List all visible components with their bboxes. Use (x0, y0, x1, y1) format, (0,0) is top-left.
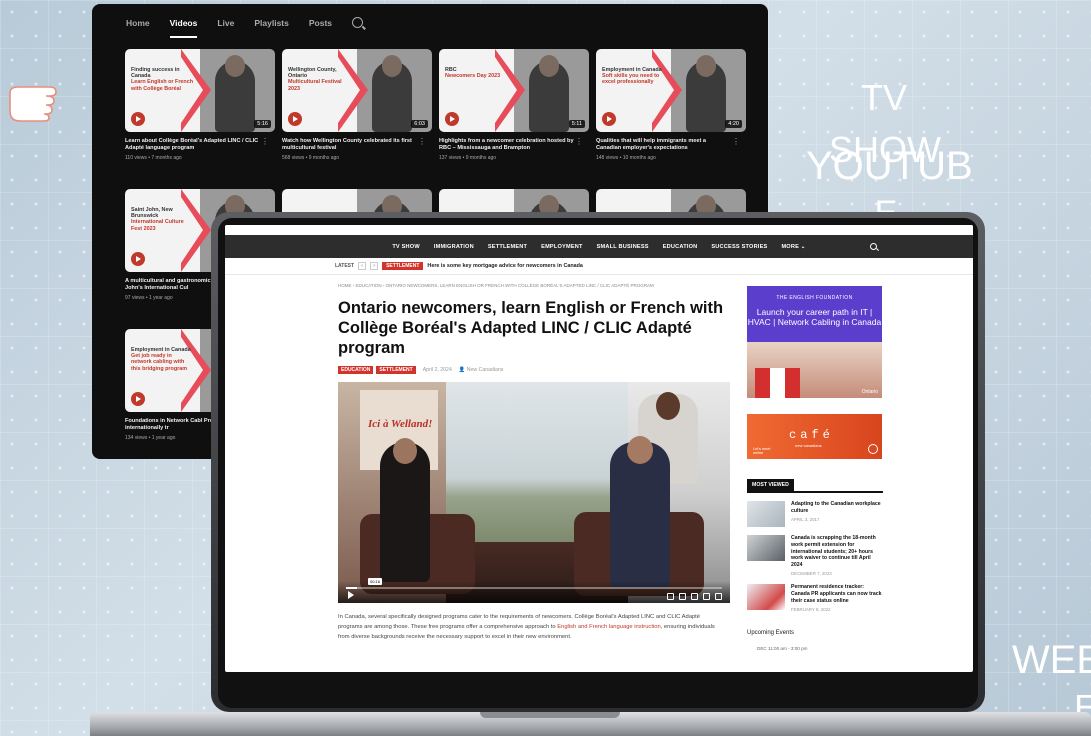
person (610, 436, 670, 589)
nav-immigration[interactable]: IMMIGRATION (434, 244, 474, 250)
play-icon (602, 112, 616, 126)
video-card[interactable]: Finding success in Canada Learn English o… (125, 49, 275, 189)
event-row[interactable]: DEC 11:00 am - 3:00 pm (747, 646, 883, 651)
search-icon[interactable] (870, 243, 877, 250)
laptop-notch (480, 712, 620, 718)
body-link[interactable]: English and French language instruction (557, 624, 660, 630)
floating-label-show: SHOW (829, 129, 941, 170)
play-icon (445, 112, 459, 126)
chevron-left-icon[interactable]: ‹ (358, 262, 367, 270)
play-icon (131, 112, 145, 126)
chevron-right-icon[interactable]: › (370, 262, 379, 270)
ticker-headline[interactable]: Here is some key mortgage advice for new… (427, 263, 583, 269)
video-progress-bar[interactable] (346, 587, 722, 590)
video-title[interactable]: Highlights from a newcomer celebration h… (439, 138, 574, 153)
video-title[interactable]: Qualities that will help immigrants meet… (596, 138, 731, 153)
article-author[interactable]: 👤 New Canadians (459, 367, 504, 373)
ad-banner-cafe[interactable]: Let's meet online café new canadians (747, 414, 882, 459)
video-card[interactable]: Employment in Canada Soft skills you need… (596, 49, 746, 189)
article: HOME › EDUCATION › ONTARIO NEWCOMERS, LE… (338, 283, 731, 643)
list-item[interactable]: Canada is scrapping the 18-month work pe… (747, 535, 883, 576)
fullscreen-icon[interactable] (715, 593, 722, 601)
more-options-icon[interactable]: ⋮ (731, 138, 741, 161)
youtube-tab-bar: Home Videos Live Playlists Posts (92, 4, 768, 38)
category-tag[interactable]: EDUCATION (338, 366, 374, 375)
more-options-icon[interactable]: ⋮ (574, 138, 584, 161)
play-icon (868, 444, 878, 454)
most-viewed-title: MOST VIEWED (747, 479, 794, 491)
video-meta: 110 views • 7 months ago (125, 154, 182, 161)
video-title[interactable]: Watch how Wellington County celebrated i… (282, 138, 417, 153)
video-duration: 4:20 (725, 120, 742, 128)
list-item[interactable]: Adapting to the Canadian workplace cultu… (747, 501, 883, 527)
nav-employment[interactable]: EMPLOYMENT (541, 244, 582, 250)
article-body: In Canada, several specifically designed… (338, 614, 715, 641)
video-duration: 5:16 (254, 120, 271, 128)
video-progress-fill (346, 587, 358, 590)
more-options-icon[interactable]: ⋮ (417, 138, 427, 161)
video-thumbnail[interactable]: RBC Newcomers Day 2023 5:11 (439, 49, 589, 132)
video-title[interactable]: Learn about Collège Boréal's Adapted LIN… (125, 138, 260, 153)
video-thumbnail[interactable]: Finding success in Canada Learn English o… (125, 49, 275, 132)
list-item[interactable]: Permanent residence tracker: Canada PR a… (747, 584, 883, 612)
video-controls: 00:16 (338, 578, 730, 604)
video-card[interactable]: RBC Newcomers Day 2023 5:11 Highlights fr… (439, 49, 589, 189)
upcoming-events-title: Upcoming Events (747, 630, 795, 637)
play-icon (131, 252, 145, 266)
most-viewed: MOST VIEWED Adapting to the Canadian wor… (747, 473, 883, 612)
video-meta: 137 views • 9 months ago (439, 154, 497, 161)
canada-flag-icon (755, 368, 800, 398)
category-tag[interactable]: SETTLEMENT (376, 366, 416, 375)
captions-icon[interactable] (679, 593, 686, 601)
video-card[interactable]: Wellington County, Ontario Multicultural … (282, 49, 432, 189)
pointing-hand-icon (9, 86, 57, 122)
video-thumbnail[interactable]: Employment in Canada Soft skills you need… (596, 49, 746, 132)
news-ticker: LATEST ‹ › SETTLEMENT Here is some key m… (225, 258, 973, 275)
nav-more[interactable]: MORE ⌄ (781, 244, 805, 250)
tab-playlists[interactable]: Playlists (254, 18, 289, 38)
more-options-icon[interactable]: ⋮ (260, 138, 270, 161)
nav-small-business[interactable]: SMALL BUSINESS (597, 244, 649, 250)
video-duration: 6:03 (411, 120, 428, 128)
person (380, 438, 430, 583)
ticker-tag[interactable]: SETTLEMENT (382, 262, 424, 270)
nav-success-stories[interactable]: SUCCESS STORIES (711, 244, 767, 250)
nav-settlement[interactable]: SETTLEMENT (488, 244, 527, 250)
ticker-label: LATEST (335, 263, 355, 269)
video-duration: 5:11 (568, 120, 585, 128)
article-date: April 2, 2024 (422, 367, 452, 374)
floating-label-tv: TV (860, 77, 907, 118)
settings-icon[interactable] (691, 593, 698, 601)
video-player[interactable]: Ici à Welland! 00:16 (338, 382, 730, 604)
floating-label-web: WEE (1012, 638, 1091, 682)
video-meta: 148 views • 10 months ago (596, 154, 656, 161)
article-headline: Ontario newcomers, learn English or Fren… (338, 299, 724, 358)
tab-posts[interactable]: Posts (309, 18, 332, 38)
tab-home[interactable]: Home (126, 18, 150, 38)
video-thumbnail[interactable]: Wellington County, Ontario Multicultural … (282, 49, 432, 132)
nav-tv-show[interactable]: TV SHOW (392, 244, 420, 250)
nav-education[interactable]: EDUCATION (663, 244, 698, 250)
search-icon[interactable] (352, 17, 364, 28)
breadcrumb[interactable]: HOME › EDUCATION › ONTARIO NEWCOMERS, LE… (338, 283, 731, 288)
play-icon (288, 112, 302, 126)
play-icon[interactable] (348, 591, 354, 600)
volume-icon[interactable] (667, 593, 674, 601)
sidebar: THE ENGLISH FOUNDATION Launch your caree… (747, 286, 883, 651)
tab-live[interactable]: Live (217, 18, 234, 38)
laptop-screen: TV SHOW IMMIGRATION SETTLEMENT EMPLOYMEN… (225, 225, 973, 672)
play-icon (131, 392, 145, 406)
site-nav: TV SHOW IMMIGRATION SETTLEMENT EMPLOYMEN… (225, 235, 973, 258)
video-time: 00:16 (368, 578, 383, 586)
ad-banner-career[interactable]: THE ENGLISH FOUNDATION Launch your caree… (747, 286, 882, 398)
chevron-down-icon: ⌄ (800, 243, 806, 250)
video-meta: 568 views • 9 months ago (282, 154, 340, 161)
tab-videos[interactable]: Videos (169, 18, 198, 38)
cast-icon[interactable] (703, 593, 710, 601)
